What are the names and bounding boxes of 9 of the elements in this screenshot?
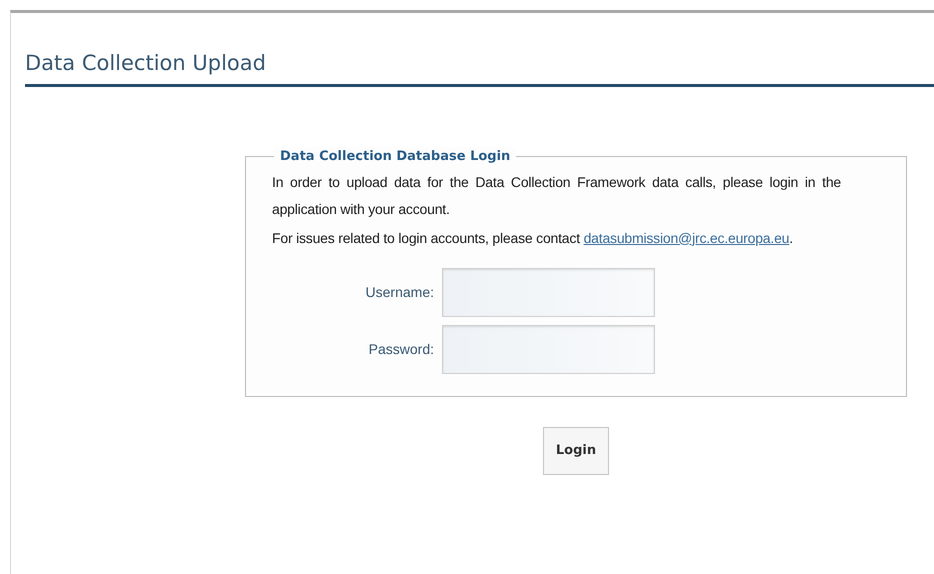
field-label: Username: — [364, 282, 434, 302]
input-field[interactable] — [442, 268, 655, 317]
login-button[interactable]: Login — [542, 426, 610, 475]
field-label: Password: — [368, 340, 434, 359]
input-field[interactable] — [442, 324, 655, 374]
info-paragraph: In order to upload data for the Data Collection Framework data calls, please login in the application with your account. — [272, 172, 841, 219]
page-title: Data Collection Upload — [25, 51, 934, 88]
email-link[interactable]: datasubmission@jrc.ec.europa.eu — [584, 230, 790, 246]
info-paragraph: For issues related to login accounts, please contact datasubmission@jrc.ec.europa.eu. — [272, 228, 794, 248]
